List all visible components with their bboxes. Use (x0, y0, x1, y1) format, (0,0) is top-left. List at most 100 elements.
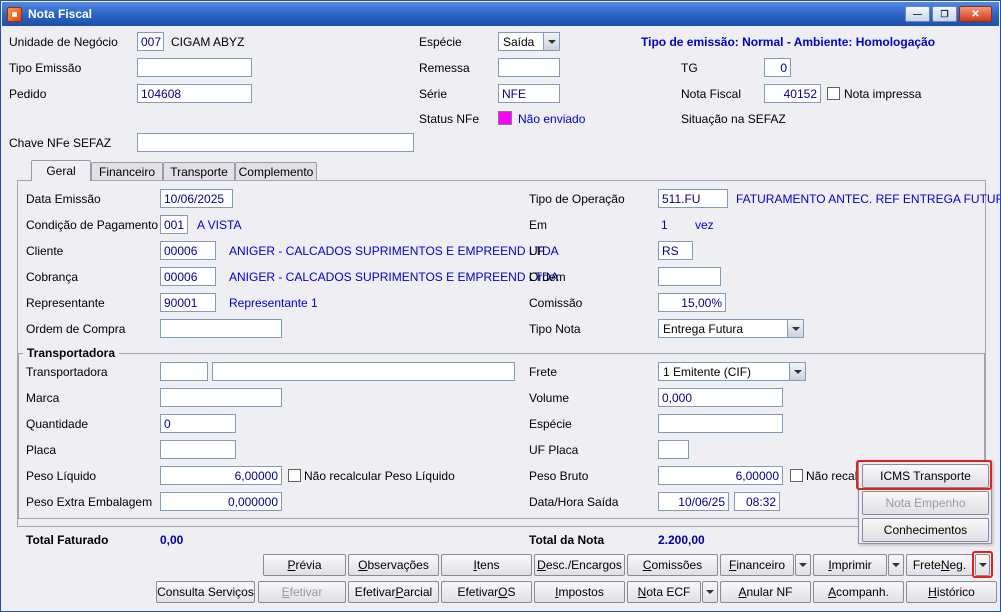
comissao-field[interactable]: 15,00% (658, 293, 726, 312)
marca-field[interactable] (160, 388, 282, 407)
tg-field[interactable]: 0 (764, 58, 791, 77)
especie-transporte-field[interactable] (658, 414, 783, 433)
tab-geral[interactable]: Geral (31, 160, 91, 181)
close-button[interactable]: ✕ (959, 6, 992, 22)
minimize-button[interactable]: — (905, 6, 930, 22)
peso-extra-embalagem-label: Peso Extra Embalagem (26, 495, 153, 509)
uf-label: UF (529, 244, 545, 258)
condicao-pagamento-desc: A VISTA (197, 218, 242, 232)
frete-neg-button[interactable]: Frete Neg. (906, 554, 973, 576)
placa-field[interactable] (160, 440, 236, 459)
status-nfe-color-indicator (498, 111, 512, 125)
transportadora-name-field[interactable] (212, 362, 515, 381)
financeiro-dropdown-button[interactable] (795, 554, 811, 576)
menu-item-conhecimentos[interactable]: Conhecimentos (862, 518, 989, 542)
chevron-down-icon (799, 563, 807, 567)
anular-nf-button[interactable]: Anular NF (720, 581, 811, 603)
financeiro-button[interactable]: Financeiro (720, 554, 794, 576)
uf-placa-label: UF Placa (529, 443, 579, 457)
transportadora-code-field[interactable] (160, 362, 208, 381)
serie-label: Série (419, 87, 448, 101)
data-emissao-field[interactable]: 10/06/2025 (160, 189, 233, 208)
nota-ecf-button[interactable]: Nota ECF (627, 581, 701, 603)
tab-financeiro[interactable]: Financeiro (91, 162, 163, 180)
total-da-nota-label: Total da Nota (529, 533, 605, 547)
acompanh-button[interactable]: Acompanh. (813, 581, 904, 603)
chevron-down-icon[interactable] (543, 33, 559, 50)
efetivar-os-button[interactable]: Efetivar OS (441, 581, 532, 603)
uf-field[interactable]: RS (658, 241, 693, 260)
ordem-label: Ordem (529, 270, 566, 284)
uf-placa-field[interactable] (658, 440, 689, 459)
peso-bruto-label: Peso Bruto (529, 469, 589, 483)
imprimir-dropdown-button[interactable] (888, 554, 904, 576)
tipo-operacao-label: Tipo de Operação (529, 192, 625, 206)
tipo-emissao-field[interactable] (137, 58, 252, 77)
ordem-field[interactable] (658, 267, 721, 286)
itens-button[interactable]: Itens (441, 554, 532, 576)
previa-button[interactable]: Prévia (263, 554, 346, 576)
historico-button[interactable]: Histórico (906, 581, 997, 603)
cliente-field[interactable]: 00006 (160, 241, 216, 260)
volume-label: Volume (529, 391, 570, 405)
chevron-down-icon (892, 563, 900, 567)
transportadora-label: Transportadora (26, 365, 108, 379)
chevron-down-icon[interactable] (787, 320, 803, 337)
pedido-field[interactable]: 104608 (137, 84, 252, 103)
nota-fiscal-field[interactable]: 40152 (764, 84, 821, 103)
chave-nfe-field[interactable] (137, 133, 414, 152)
nota-impressa-checkbox[interactable] (827, 87, 840, 100)
imprimir-button[interactable]: Imprimir (813, 554, 887, 576)
comissoes-button[interactable]: Comissões (627, 554, 718, 576)
quantidade-field[interactable]: 0 (160, 414, 236, 433)
menu-item-icms-transporte[interactable]: ICMS Transporte (862, 464, 989, 488)
frete-neg-dropdown-button[interactable] (975, 554, 990, 576)
tab-complemento[interactable]: Complemento (235, 162, 317, 180)
frete-select[interactable]: 1 Emitente (CIF) (658, 362, 806, 381)
title-bar[interactable]: Nota Fiscal (2, 2, 999, 26)
efetivar-button: Efetivar (258, 581, 346, 603)
nota-fiscal-window: Nota Fiscal — ❐ ✕ Unidade de Negócio 007… (0, 0, 1001, 612)
efetivar-parcial-button[interactable]: Efetivar Parcial (348, 581, 439, 603)
especie-value: Saída (503, 34, 535, 49)
frete-neg-popup-menu: ICMS Transporte Nota Empenho Conheciment… (858, 460, 992, 544)
peso-bruto-field[interactable]: 6,00000 (658, 466, 783, 485)
remessa-field[interactable] (498, 58, 560, 77)
window-title: Nota Fiscal (28, 7, 93, 21)
nao-recalcular-peso-bruto-label: Não recalc (806, 469, 864, 483)
total-faturado-value: 0,00 (160, 533, 184, 547)
nao-recalcular-peso-liquido-checkbox[interactable] (288, 469, 301, 482)
tipo-nota-select[interactable]: Entrega Futura (658, 319, 804, 338)
especie-label: Espécie (419, 35, 462, 49)
condicao-pagamento-field[interactable]: 001 (160, 215, 188, 234)
representante-field[interactable]: 90001 (160, 293, 216, 312)
unidade-negocio-field[interactable]: 007 (137, 32, 164, 51)
tipo-operacao-field[interactable]: 511.FU (658, 189, 728, 208)
ordem-compra-field[interactable] (160, 319, 282, 338)
transportadora-group-title: Transportadora (23, 346, 120, 360)
consulta-servicos-button[interactable]: Consulta Serviços (156, 581, 255, 603)
data-saida-field[interactable]: 10/06/25 (658, 492, 729, 511)
chevron-down-icon[interactable] (789, 363, 805, 380)
peso-extra-embalagem-field[interactable]: 0,000000 (160, 492, 282, 511)
chevron-down-icon (978, 563, 987, 567)
status-nfe-label: Status NFe (419, 112, 480, 126)
nota-fiscal-label: Nota Fiscal (681, 87, 742, 101)
tipo-operacao-desc: FATURAMENTO ANTEC. REF ENTREGA FUTURA (736, 192, 1001, 206)
especie-select[interactable]: Saída (498, 32, 560, 51)
hora-saida-field[interactable]: 08:32 (734, 492, 780, 511)
serie-field[interactable]: NFE (498, 84, 560, 103)
minimize-icon: — (913, 9, 922, 19)
nota-ecf-dropdown-button[interactable] (702, 581, 718, 603)
maximize-icon: ❐ (940, 8, 949, 19)
desc-encargos-button[interactable]: Desc./Encargos (534, 554, 625, 576)
peso-liquido-field[interactable]: 6,00000 (160, 466, 282, 485)
volume-field[interactable]: 0,000 (658, 388, 783, 407)
observacoes-button[interactable]: Observações (348, 554, 439, 576)
maximize-button[interactable]: ❐ (932, 6, 957, 22)
em-label: Em (529, 218, 547, 232)
impostos-button[interactable]: Impostos (534, 581, 625, 603)
tab-transporte[interactable]: Transporte (163, 162, 235, 180)
cobranca-field[interactable]: 00006 (160, 267, 216, 286)
nao-recalcular-peso-bruto-checkbox[interactable] (790, 469, 803, 482)
